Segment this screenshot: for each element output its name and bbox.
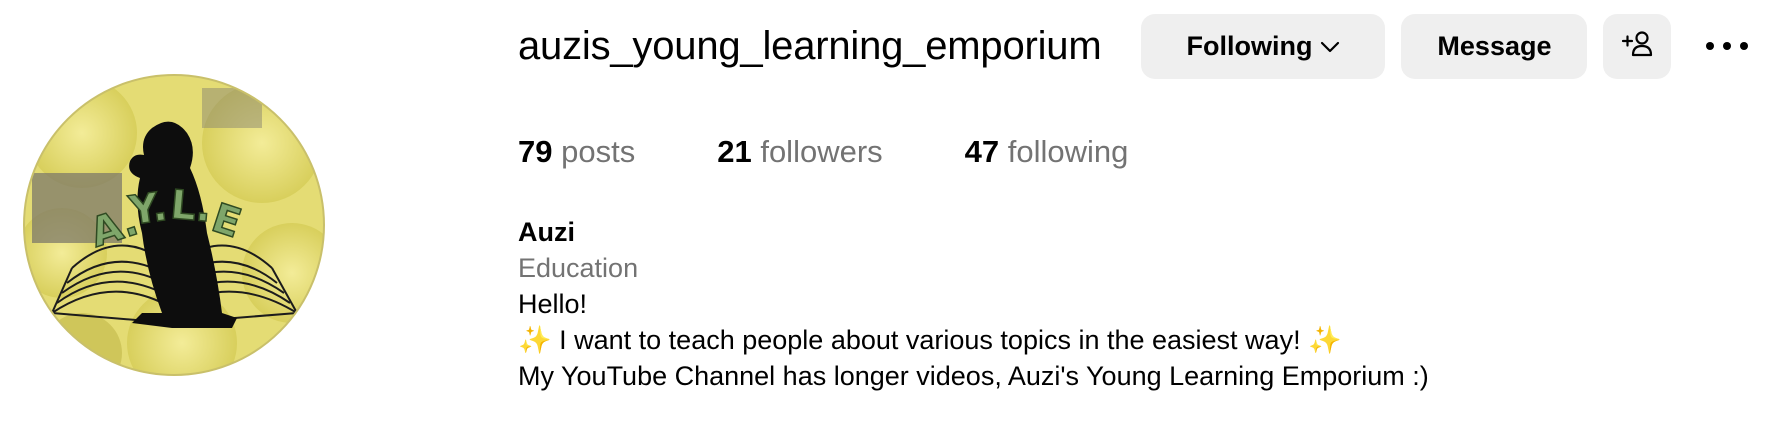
profile-bio: Auzi Education Hello! ✨ I want to teach … bbox=[518, 214, 1429, 394]
category-label: Education bbox=[518, 253, 639, 283]
svg-text:Y.: Y. bbox=[126, 184, 171, 235]
more-options-button[interactable] bbox=[1697, 14, 1757, 79]
message-button-label: Message bbox=[1437, 31, 1552, 61]
followers-stat[interactable]: 21 followers bbox=[717, 134, 882, 170]
followers-count: 21 bbox=[717, 134, 752, 169]
profile-header: auzis_young_learning_emporium Following … bbox=[518, 14, 1757, 79]
bio-line-3: My YouTube Channel has longer videos, Au… bbox=[518, 361, 1429, 391]
sparkle-icon: ✨ bbox=[1308, 325, 1342, 355]
bio-line-2-text: I want to teach people about various top… bbox=[551, 325, 1309, 355]
add-user-icon bbox=[1621, 29, 1653, 64]
following-label: following bbox=[1007, 134, 1129, 169]
following-button-label: Following bbox=[1186, 31, 1313, 61]
following-button[interactable]: Following bbox=[1141, 14, 1386, 79]
profile-stats: 79 posts 21 followers 47 following bbox=[518, 134, 1210, 170]
followers-label: followers bbox=[760, 134, 883, 169]
avatar-image: A. Y. L. E bbox=[23, 74, 325, 376]
display-name: Auzi bbox=[518, 217, 575, 247]
posts-label: posts bbox=[561, 134, 636, 169]
posts-count: 79 bbox=[518, 134, 553, 169]
more-icon bbox=[1705, 38, 1749, 56]
chevron-down-icon bbox=[1320, 41, 1340, 53]
sparkle-icon: ✨ bbox=[518, 325, 552, 355]
bio-line-1: Hello! bbox=[518, 289, 588, 319]
message-button[interactable]: Message bbox=[1401, 14, 1588, 79]
username: auzis_young_learning_emporium bbox=[518, 24, 1102, 68]
profile-avatar[interactable]: A. Y. L. E bbox=[22, 73, 326, 377]
suggest-users-button[interactable] bbox=[1603, 14, 1672, 79]
profile-page: A. Y. L. E auzis_young_learning_emporium… bbox=[0, 0, 1790, 426]
svg-text:L.: L. bbox=[169, 182, 214, 231]
following-stat[interactable]: 47 following bbox=[965, 134, 1129, 170]
bio-line-2: ✨ I want to teach people about various t… bbox=[518, 322, 1429, 358]
posts-stat: 79 posts bbox=[518, 134, 635, 170]
following-count: 47 bbox=[964, 134, 1000, 169]
